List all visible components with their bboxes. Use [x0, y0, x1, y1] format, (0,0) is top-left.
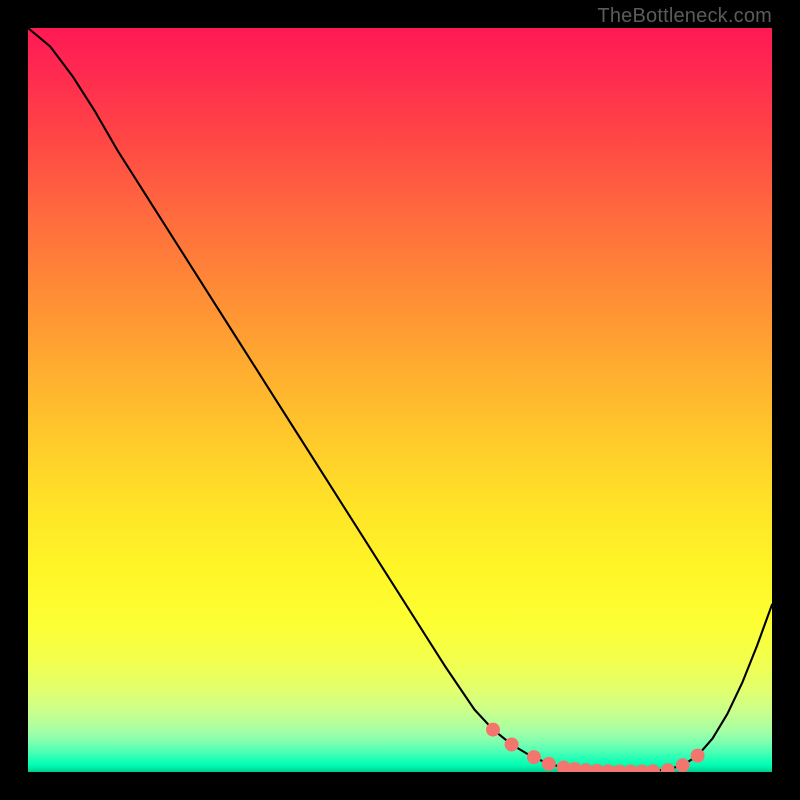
- curve-marker: [486, 723, 500, 737]
- chart-svg: [28, 28, 772, 772]
- curve-marker: [676, 758, 690, 772]
- plot-area: [28, 28, 772, 772]
- curve-marker: [646, 764, 660, 772]
- curve-marker: [691, 749, 705, 763]
- chart-frame: TheBottleneck.com: [0, 0, 800, 800]
- curve-marker: [661, 763, 675, 772]
- bottleneck-curve: [28, 28, 772, 772]
- attribution-label: TheBottleneck.com: [597, 5, 772, 28]
- markers-group: [486, 723, 705, 772]
- curve-marker: [505, 737, 519, 751]
- curve-marker: [527, 750, 541, 764]
- curve-marker: [542, 757, 556, 771]
